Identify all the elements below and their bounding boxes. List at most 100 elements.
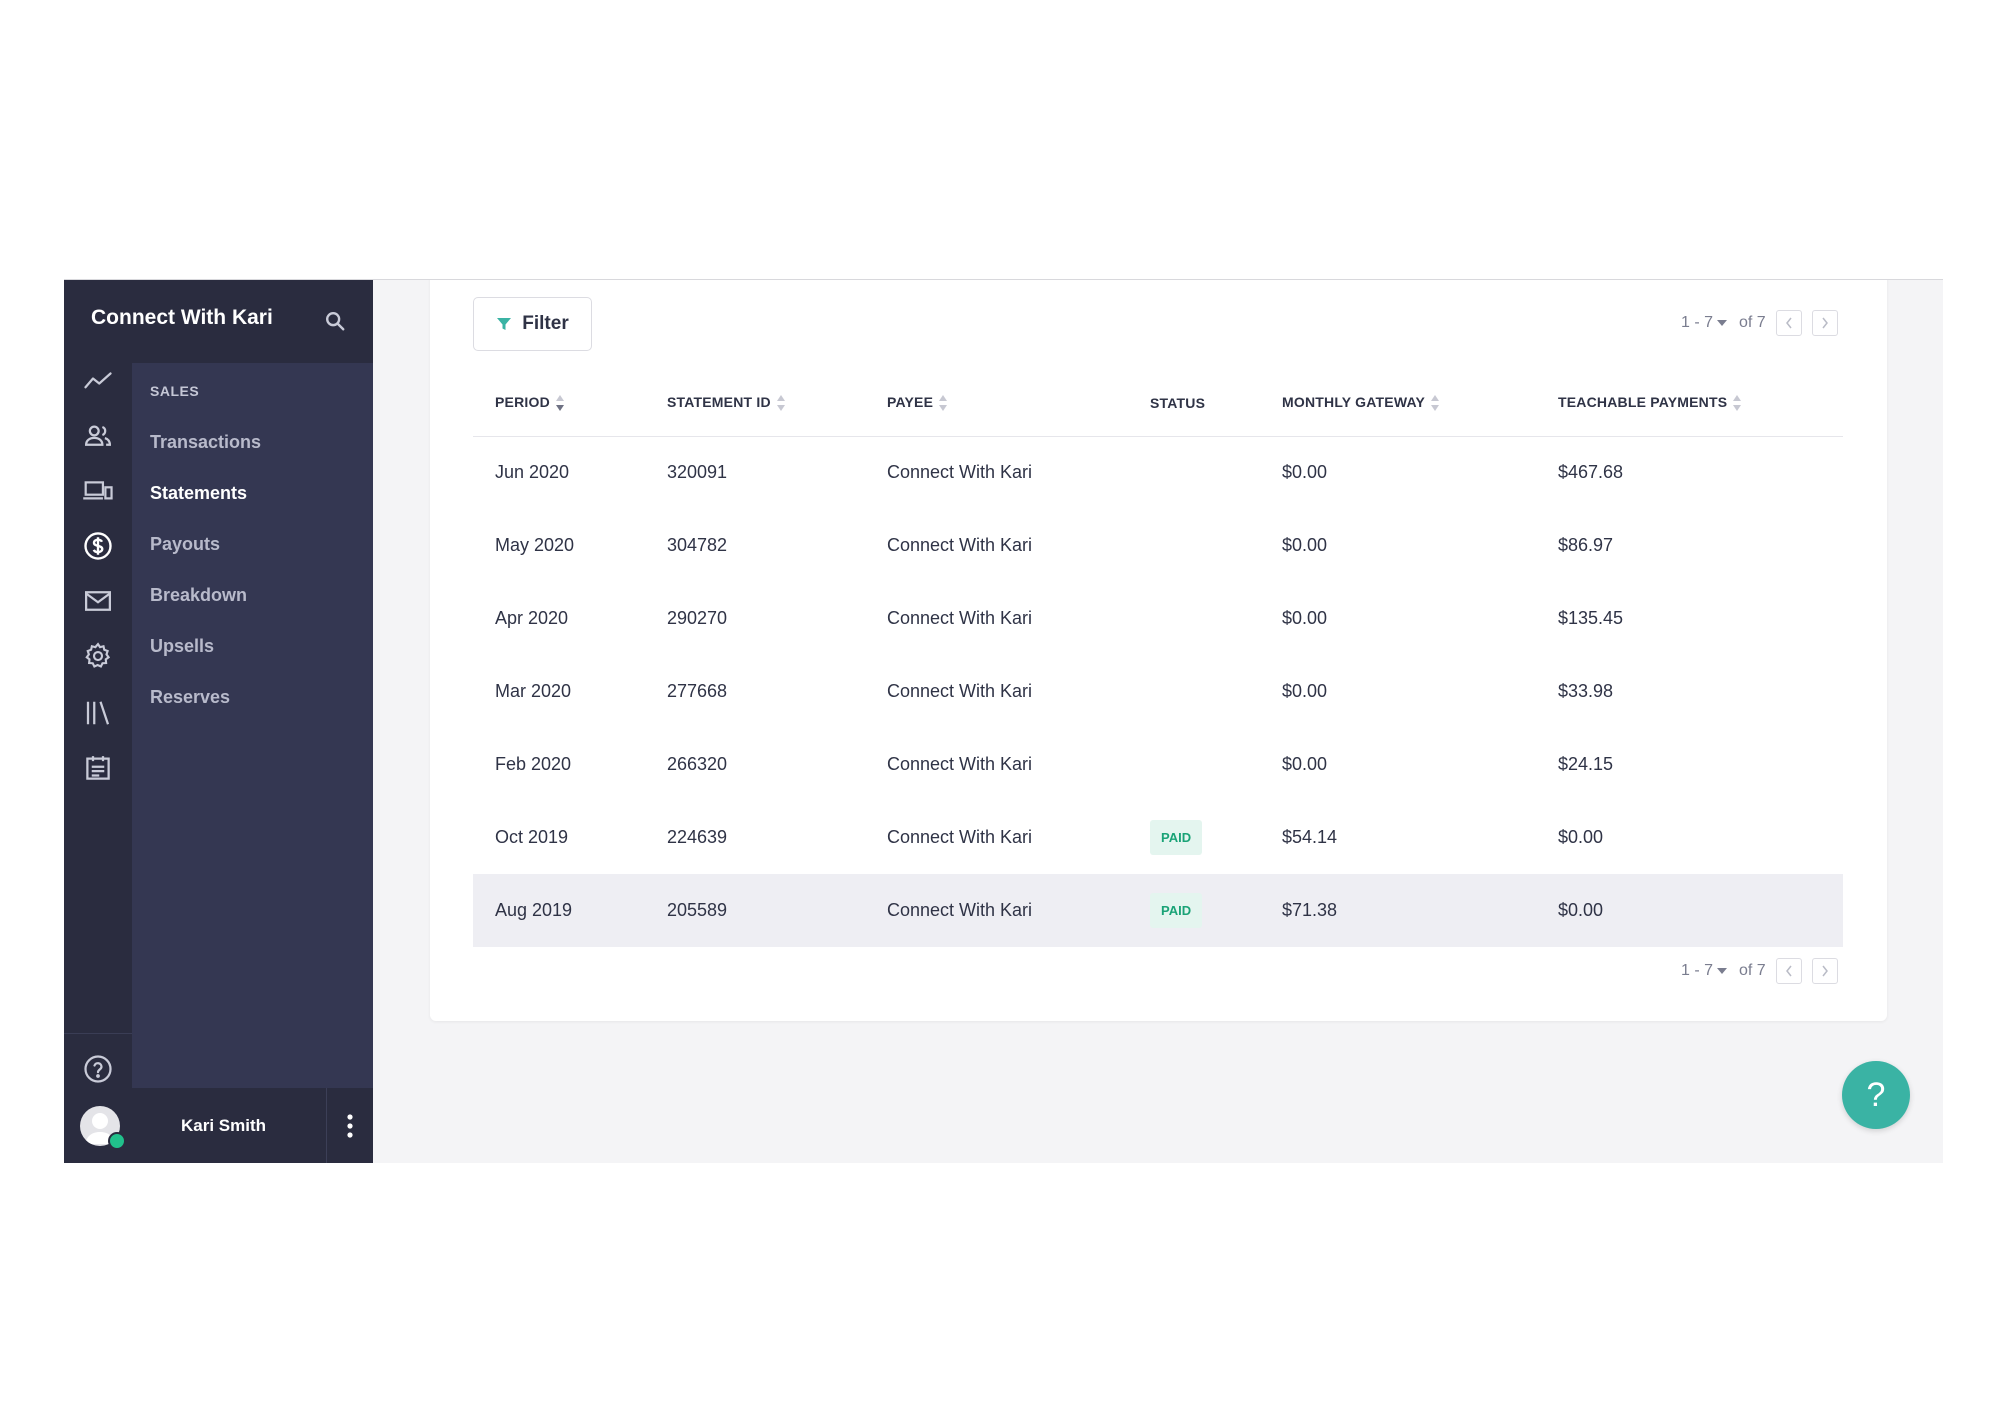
icon-rail [64, 363, 132, 1132]
page-range-select[interactable]: 1 - 7 [1681, 962, 1728, 980]
sidebar-item-upsells[interactable]: Upsells [150, 636, 214, 657]
cell-monthly-gateway: $54.14 [1282, 827, 1338, 847]
cell-monthly-gateway: $0.00 [1282, 535, 1328, 555]
statements-table: PERIOD STATEMENT ID PAYEE STATUS MONTHLY… [473, 371, 1843, 947]
sort-icon [776, 395, 785, 412]
column-label: MONTHLY GATEWAY [1282, 394, 1426, 411]
column-header-monthly-gateway[interactable]: MONTHLY GATEWAY [1260, 371, 1536, 437]
cell-period: Jun 2020 [495, 462, 570, 483]
next-page-button[interactable] [1811, 958, 1838, 984]
rail-divider [64, 1033, 132, 1034]
column-header-teachable-payments[interactable]: TEACHABLE PAYMENTS [1536, 371, 1843, 437]
pagination-top: 1 - 7 of 7 [1681, 310, 1838, 336]
chevron-left-icon [1785, 965, 1792, 977]
column-header-payee[interactable]: PAYEE [865, 371, 1128, 437]
prev-page-button[interactable] [1775, 310, 1802, 336]
table-row[interactable]: Jun 2020 320091 Connect With Kari $0.00 … [473, 436, 1843, 509]
user-menu-button[interactable] [330, 1106, 370, 1146]
table-row[interactable]: Aug 2019 205589 Connect With Kari PAID $… [473, 874, 1843, 947]
cell-monthly-gateway: $0.00 [1282, 462, 1328, 483]
kebab-menu-icon [347, 1114, 353, 1138]
sidebar-footer: Kari Smith [64, 1088, 373, 1163]
column-label: STATEMENT ID [667, 394, 771, 411]
column-label: PAYEE [887, 394, 934, 411]
rail-mail[interactable] [80, 583, 116, 619]
next-page-button[interactable] [1811, 310, 1838, 336]
table-row[interactable]: Mar 2020 277668 Connect With Kari $0.00 … [473, 655, 1843, 728]
help-button[interactable]: ? [1842, 1061, 1910, 1129]
prev-page-button[interactable] [1775, 958, 1802, 984]
sidebar-item-breakdown[interactable]: Breakdown [150, 585, 247, 606]
users-icon [84, 425, 112, 446]
chevron-right-icon [1822, 317, 1828, 329]
chevron-down-icon [1717, 968, 1728, 974]
chevron-right-icon [1822, 965, 1828, 977]
cell-status [1128, 728, 1260, 801]
sidebar-header: Connect With Kari [64, 280, 373, 363]
footer-divider [326, 1088, 327, 1163]
sidebar-item-statements[interactable]: Statements [150, 483, 247, 504]
cell-payee: Connect With Kari [887, 535, 1033, 555]
chevron-left-icon [1785, 317, 1792, 329]
school-name[interactable]: Connect With Kari [91, 306, 273, 330]
rail-help[interactable] [80, 1051, 116, 1087]
column-header-status: STATUS [1128, 371, 1260, 437]
cell-payee: Connect With Kari [887, 754, 1033, 774]
filter-icon [497, 318, 512, 330]
sidebar-item-reserves[interactable]: Reserves [150, 687, 230, 708]
cell-status [1128, 582, 1260, 655]
page-range-text: 1 - 7 [1681, 314, 1714, 331]
sidebar: Connect With Kari SALES Transactions Sta… [64, 280, 373, 1163]
cell-monthly-gateway: $0.00 [1282, 608, 1328, 628]
rail-users[interactable] [80, 418, 116, 454]
rail-calendar[interactable] [80, 750, 116, 786]
search-button[interactable] [318, 304, 352, 338]
cell-status [1128, 509, 1260, 582]
cell-teachable-payments: $24.15 [1558, 754, 1614, 774]
rail-sales[interactable] [80, 528, 116, 564]
gear-icon [85, 642, 111, 668]
rail-settings[interactable] [80, 638, 116, 674]
column-label: PERIOD [495, 394, 550, 411]
cell-statement-id: 205589 [645, 874, 865, 947]
cell-statement-id: 266320 [667, 754, 728, 774]
sort-icon [1431, 395, 1440, 412]
rail-library[interactable] [80, 695, 116, 731]
table-row[interactable]: Feb 2020 266320 Connect With Kari $0.00 … [473, 728, 1843, 801]
column-header-statement-id[interactable]: STATEMENT ID [645, 371, 865, 437]
table-row[interactable]: May 2020 304782 Connect With Kari $0.00 … [473, 509, 1843, 582]
cell-statement-id: 224639 [667, 827, 728, 847]
column-label: STATUS [1150, 395, 1206, 412]
cell-statement-id: 320091 [667, 462, 728, 483]
rail-analytics[interactable] [80, 363, 116, 399]
table-row[interactable]: Apr 2020 290270 Connect With Kari $0.00 … [473, 582, 1843, 655]
cell-period: Mar 2020 [495, 681, 572, 701]
chevron-down-icon [1717, 320, 1728, 326]
cell-teachable-payments: $0.00 [1558, 827, 1604, 847]
mail-icon [85, 591, 111, 611]
cell-period: May 2020 [495, 535, 575, 555]
search-icon [326, 312, 345, 331]
filter-label: Filter [522, 313, 569, 334]
column-label: TEACHABLE PAYMENTS [1558, 394, 1728, 411]
help-circle-icon [84, 1055, 112, 1083]
cell-status [1128, 436, 1260, 509]
cell-monthly-gateway: $0.00 [1282, 754, 1328, 774]
cell-payee: Connect With Kari [887, 462, 1033, 483]
page-range-select[interactable]: 1 - 7 [1681, 314, 1728, 332]
column-header-period[interactable]: PERIOD [473, 371, 645, 437]
pagination-bottom: 1 - 7 of 7 [1681, 958, 1838, 984]
cell-teachable-payments: $33.98 [1558, 681, 1614, 701]
filter-button[interactable]: Filter [473, 297, 592, 351]
app-frame: Connect With Kari SALES Transactions Sta… [64, 279, 1943, 1163]
cell-payee: Connect With Kari [865, 874, 1128, 947]
sort-icon [939, 395, 948, 412]
table-row[interactable]: Oct 2019 224639 Connect With Kari PAID $… [473, 801, 1843, 874]
cell-statement-id: 277668 [667, 681, 728, 701]
rail-devices[interactable] [80, 473, 116, 509]
sidebar-item-payouts[interactable]: Payouts [150, 534, 220, 555]
user-name[interactable]: Kari Smith [181, 1116, 266, 1136]
cell-teachable-payments: $0.00 [1536, 874, 1843, 947]
library-icon [86, 701, 110, 725]
sidebar-item-transactions[interactable]: Transactions [150, 432, 261, 453]
